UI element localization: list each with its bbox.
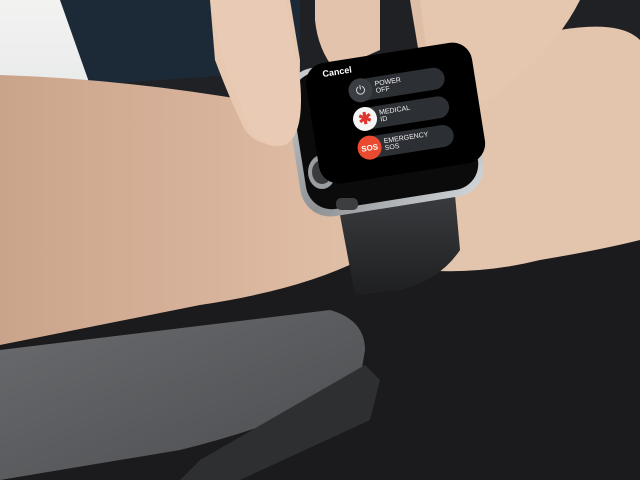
watch-screen: Cancel ⏻ POWER OFF ✱ MEDICAL ID SOS EMER… <box>303 39 489 187</box>
emergency-sos-label: EMERGENCY SOS <box>383 131 429 153</box>
photo-scene: Cancel ⏻ POWER OFF ✱ MEDICAL ID SOS EMER… <box>0 0 640 480</box>
medical-id-label: MEDICAL ID <box>378 104 411 124</box>
cancel-button[interactable]: Cancel <box>322 64 353 78</box>
medical-asterisk-icon[interactable]: ✱ <box>351 105 379 133</box>
power-icon[interactable]: ⏻ <box>346 76 375 105</box>
sos-icon[interactable]: SOS <box>355 133 384 162</box>
power-off-label: POWER OFF <box>374 76 402 95</box>
